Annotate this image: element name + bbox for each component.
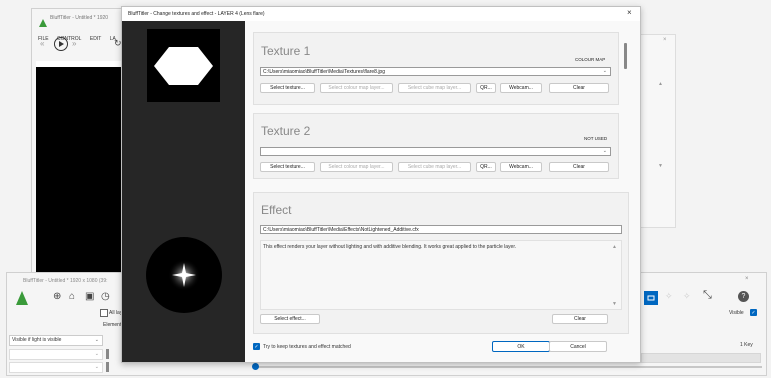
texture-preview xyxy=(147,29,220,102)
track-bar xyxy=(641,353,761,363)
cancel-button[interactable]: Cancel xyxy=(549,341,607,352)
texture1-select-colour-map-button[interactable]: Select colour map layer... xyxy=(320,83,393,93)
texture1-path: C:\Users\miaomiao\BluffTitler\Media\Text… xyxy=(263,68,385,75)
open-folder-icon[interactable]: ⌂ xyxy=(69,291,75,302)
texture2-usage: NOT USED xyxy=(584,136,608,141)
chevron-down-icon: ⌄ xyxy=(94,351,99,357)
save-icon[interactable]: ▣ xyxy=(85,291,94,302)
texture2-clear-button[interactable]: Clear xyxy=(549,162,609,172)
effect-description: This effect renders your layer without l… xyxy=(263,244,517,250)
hexagon-texture-thumbnail xyxy=(154,47,213,85)
main-window: BluffTitler - Untitled * 1920 FILE CONTR… xyxy=(31,8,129,279)
texture2-select-texture-button[interactable]: Select texture... xyxy=(260,162,315,172)
app-logo-icon xyxy=(39,14,47,27)
texture2-path-select[interactable]: ⌄ xyxy=(260,147,611,156)
chevron-down-icon: ⌄ xyxy=(602,68,607,74)
select-2[interactable]: ⌄ xyxy=(9,349,103,360)
help-icon[interactable]: ? xyxy=(738,291,749,302)
slider-handle[interactable] xyxy=(106,362,109,372)
forward-icon[interactable]: » xyxy=(72,39,76,48)
effect-panel: Effect C:\Users\miaomiao\BluffTitler\Med… xyxy=(253,192,629,334)
magic-wand-icon[interactable]: ⤡ xyxy=(703,289,712,302)
slider-handle[interactable] xyxy=(106,349,109,359)
app-logo-icon xyxy=(16,291,28,305)
scroll-down-icon[interactable]: ▼ xyxy=(658,163,663,169)
effect-preview-sphere xyxy=(146,237,222,313)
select-3[interactable]: ⌄ xyxy=(9,362,103,373)
right-panel-close-icon[interactable]: × xyxy=(663,37,667,43)
keep-matched-checkbox[interactable]: ✓ xyxy=(253,343,260,350)
right-panel: × ▲ ▼ xyxy=(640,34,676,228)
texture1-clear-button[interactable]: Clear xyxy=(549,83,609,93)
preview-column xyxy=(122,21,245,362)
preview-canvas xyxy=(36,61,128,279)
play-icon xyxy=(59,41,64,47)
texture1-heading: Texture 1 xyxy=(261,44,311,58)
effect-clear-button[interactable]: Clear xyxy=(552,314,608,324)
texture2-select-cube-map-button[interactable]: Select cube map layer... xyxy=(398,162,471,172)
sparkle-icon[interactable]: ✧ xyxy=(683,291,691,302)
lens-flare-thumbnail xyxy=(168,259,200,291)
visible-checkbox[interactable]: ✓ xyxy=(750,309,757,316)
select-effect-button[interactable]: Select effect... xyxy=(260,314,320,324)
chevron-down-icon: ⌄ xyxy=(602,148,607,154)
back-icon[interactable]: « xyxy=(40,39,44,48)
timeline-slider-track[interactable] xyxy=(257,366,762,368)
texture2-webcam-button[interactable]: Webcam... xyxy=(500,162,542,172)
dialog-scrollbar[interactable] xyxy=(624,43,627,69)
change-textures-dialog: BluffTitler - Change textures and effect… xyxy=(121,6,641,363)
scroll-down-icon[interactable]: ▼ xyxy=(612,301,617,307)
timeline-slider-thumb[interactable] xyxy=(252,363,259,370)
dialog-title-bar: BluffTitler - Change textures and effect… xyxy=(122,7,640,21)
chevron-down-icon: ⌄ xyxy=(94,364,99,370)
texture1-usage: COLOUR MAP xyxy=(575,57,606,62)
chevron-down-icon: ⌄ xyxy=(94,337,99,343)
add-layer-icon[interactable]: ⊕ xyxy=(53,291,61,302)
texture1-panel: Texture 1 COLOUR MAP C:\Users\miaomiao\B… xyxy=(253,32,619,105)
visible-if-light-value: Visible if light is visible xyxy=(12,337,62,343)
main-window-title: BluffTitler - Untitled * 1920 xyxy=(50,15,109,21)
sparkle-icon[interactable]: ✧ xyxy=(665,291,673,302)
texture2-heading: Texture 2 xyxy=(261,124,311,138)
visible-if-light-select[interactable]: Visible if light is visible ⌄ xyxy=(9,335,103,346)
texture1-qr-button[interactable]: QR... xyxy=(476,83,496,93)
bottom-window-close-icon[interactable]: × xyxy=(745,276,749,282)
flare-icon xyxy=(647,295,655,301)
texture2-panel: Texture 2 NOT USED ⌄ Select texture... S… xyxy=(253,113,619,179)
main-menu-bar: FILE CONTROL EDIT LA xyxy=(38,27,116,45)
dialog-title: BluffTitler - Change textures and effect… xyxy=(128,11,265,17)
clock-icon[interactable]: ◷ xyxy=(101,291,110,302)
lens-flare-layer-icon[interactable] xyxy=(644,291,658,305)
texture1-path-select[interactable]: C:\Users\miaomiao\BluffTitler\Media\Text… xyxy=(260,67,611,76)
ok-button[interactable]: OK xyxy=(492,341,550,352)
bottom-window-title: BluffTitler - Untitled * 1920 x 1080 (39… xyxy=(23,278,108,284)
texture1-select-cube-map-button[interactable]: Select cube map layer... xyxy=(398,83,471,93)
key-count-label: 1 Key xyxy=(740,342,753,348)
play-button[interactable] xyxy=(54,37,68,51)
keep-matched-label: Try to keep textures and effect matched xyxy=(263,344,351,350)
dialog-close-button[interactable]: × xyxy=(627,8,632,17)
all-layers-checkbox[interactable] xyxy=(100,309,108,317)
texture2-qr-button[interactable]: QR... xyxy=(476,162,496,172)
effect-heading: Effect xyxy=(261,203,292,217)
texture1-webcam-button[interactable]: Webcam... xyxy=(500,83,542,93)
scroll-up-icon[interactable]: ▲ xyxy=(612,244,617,250)
menu-edit[interactable]: EDIT xyxy=(90,36,101,42)
effect-path: C:\Users\miaomiao\BluffTitler\Media\Effe… xyxy=(263,226,419,233)
texture2-select-colour-map-button[interactable]: Select colour map layer... xyxy=(320,162,393,172)
effect-description-box: This effect renders your layer without l… xyxy=(260,240,622,310)
visible-label: Visible xyxy=(729,310,744,316)
effect-path-field[interactable]: C:\Users\miaomiao\BluffTitler\Media\Effe… xyxy=(260,225,622,234)
texture1-select-texture-button[interactable]: Select texture... xyxy=(260,83,315,93)
scroll-up-icon[interactable]: ▲ xyxy=(658,81,663,87)
